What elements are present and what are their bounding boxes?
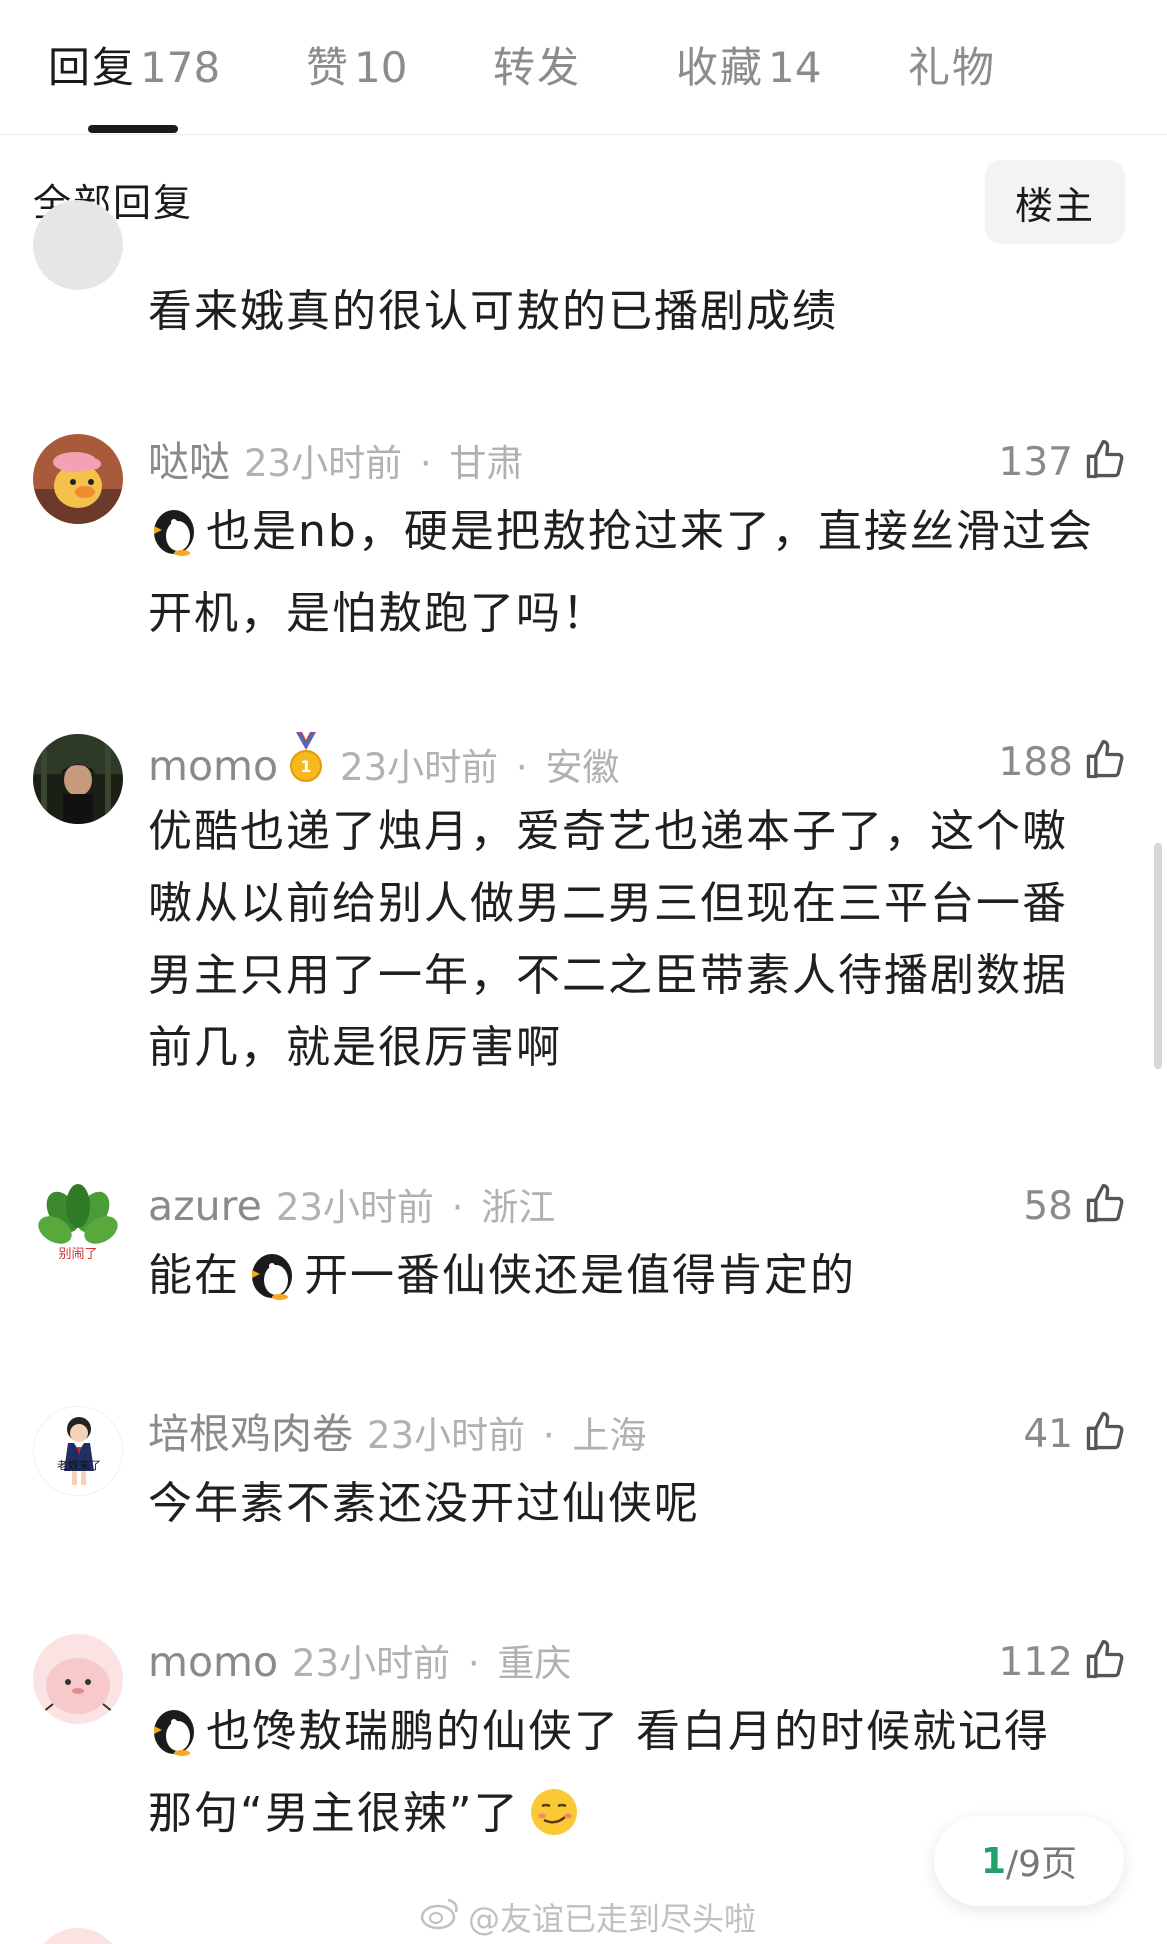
gray-avatar[interactable] bbox=[33, 200, 123, 290]
username[interactable]: momo bbox=[148, 1638, 278, 1686]
comment-meta: momo 23小时前 · 重庆 bbox=[148, 1632, 571, 1692]
comment-text-content: 也是nb，硬是把敖抢过来了，直接丝滑过会开机，是怕敖跑了吗！ bbox=[148, 506, 1094, 639]
comment-text-after: 开一番仙侠还是值得肯定的 bbox=[304, 1250, 856, 1301]
username[interactable]: momo bbox=[148, 742, 278, 790]
penguin-icon bbox=[246, 1248, 298, 1322]
like-button[interactable]: 112 bbox=[999, 1632, 1127, 1692]
thumbs-up-icon bbox=[1083, 1410, 1127, 1458]
comment-item: 哒哒 23小时前 · 甘肃 137 也是nb，硬是把敖抢过来了，直接丝滑过会开机，… bbox=[0, 432, 1167, 652]
smirk-face-icon bbox=[528, 1786, 580, 1860]
comment-item: 看来娥真的很认可敖的已播剧成绩 bbox=[0, 200, 1167, 360]
location: 安徽 bbox=[545, 746, 620, 789]
thumbs-up-icon bbox=[1083, 1182, 1127, 1230]
timestamp: 23小时前 bbox=[292, 1642, 451, 1685]
separator-dot: · bbox=[456, 1642, 492, 1685]
active-tab-indicator bbox=[88, 125, 178, 133]
separator-dot: · bbox=[439, 1186, 476, 1229]
like-count: 112 bbox=[998, 1639, 1073, 1685]
thumbs-up-icon bbox=[1083, 738, 1127, 786]
comment-meta: azure 23小时前 · 浙江 bbox=[148, 1176, 555, 1236]
comment-text: 能在 开一番仙侠还是值得肯定的 bbox=[148, 1240, 1108, 1322]
scrollbar[interactable] bbox=[1154, 843, 1162, 1069]
weibo-logo-icon bbox=[420, 1896, 460, 1938]
svg-text:1: 1 bbox=[300, 757, 311, 776]
username[interactable]: azure bbox=[148, 1182, 262, 1230]
op-only-button[interactable]: 楼主 bbox=[985, 160, 1125, 244]
like-button[interactable]: 137 bbox=[999, 432, 1127, 492]
comment-item: 老奴来了 培根鸡肉卷 23小时前 · 上海 41 今年素不素还没开过仙侠呢 bbox=[0, 1404, 1167, 1554]
like-button[interactable]: 41 bbox=[1023, 1404, 1127, 1464]
comments-page: 回复178 赞10 转发 收藏14 礼物 全部回复 楼主 看来娥真的很认可敖的已… bbox=[0, 0, 1167, 1944]
location: 浙江 bbox=[481, 1186, 556, 1229]
timestamp: 23小时前 bbox=[275, 1186, 434, 1229]
comment-text: 今年素不素还没开过仙侠呢 bbox=[148, 1478, 700, 1529]
comment-meta: momo 1 23小时前 · 安徽 bbox=[148, 731, 620, 792]
cartoon-girl-avatar[interactable]: 老奴来了 bbox=[33, 1406, 123, 1496]
tab-favorites[interactable]: 收藏14 bbox=[676, 40, 821, 96]
gold-medal-icon: 1 bbox=[286, 731, 326, 790]
comment-item: momo 1 23小时前 · 安徽 188 优酷也递了烛月，爱奇艺也递本子了，这个嗷… bbox=[0, 731, 1167, 1092]
separator-dot: · bbox=[504, 746, 540, 789]
tab-gifts[interactable]: 礼物 bbox=[908, 40, 996, 96]
tab-likes[interactable]: 赞10 bbox=[306, 40, 407, 96]
timestamp: 23小时前 bbox=[244, 442, 403, 485]
like-button[interactable]: 188 bbox=[999, 732, 1127, 792]
tab-count: 10 bbox=[354, 43, 408, 92]
comment-meta: 哒哒 23小时前 · 甘肃 bbox=[148, 432, 523, 492]
username[interactable]: 哒哒 bbox=[148, 438, 230, 486]
watermark: @友谊已走到尽头啦 bbox=[420, 1895, 756, 1939]
comment-meta: 培根鸡肉卷 23小时前 · 上海 bbox=[148, 1404, 646, 1464]
like-count: 41 bbox=[1023, 1411, 1073, 1457]
plant-avatar[interactable]: 别闹了 bbox=[33, 1178, 123, 1268]
username[interactable]: 培根鸡肉卷 bbox=[148, 1410, 353, 1458]
avatar-caption: 别闹了 bbox=[58, 1247, 97, 1262]
penguin-icon bbox=[148, 504, 200, 578]
like-button[interactable]: 58 bbox=[1023, 1176, 1127, 1236]
tab-label: 赞 bbox=[306, 43, 351, 92]
tab-label: 回复 bbox=[48, 43, 137, 92]
tab-bar: 回复178 赞10 转发 收藏14 礼物 bbox=[0, 0, 1167, 135]
page-current: 1 bbox=[980, 1840, 1006, 1882]
separator-dot: · bbox=[531, 1414, 567, 1457]
comment-text: 优酷也递了烛月，爱奇艺也递本子了，这个嗷嗷从以前给别人做男二男三但现在三平台一番… bbox=[148, 806, 1068, 1073]
location: 重庆 bbox=[497, 1642, 572, 1685]
timestamp: 23小时前 bbox=[367, 1414, 526, 1457]
location: 甘肃 bbox=[449, 442, 524, 485]
tab-count: 178 bbox=[140, 43, 221, 92]
tab-count: 14 bbox=[768, 43, 822, 92]
next-avatar-partial bbox=[33, 1928, 123, 1944]
timestamp: 23小时前 bbox=[340, 746, 499, 789]
tab-label: 礼物 bbox=[908, 43, 997, 92]
duck-avatar[interactable] bbox=[33, 434, 123, 524]
tab-reposts[interactable]: 转发 bbox=[493, 40, 581, 96]
thumbs-up-icon bbox=[1083, 1638, 1127, 1686]
comment-text: 也是nb，硬是把敖抢过来了，直接丝滑过会开机，是怕敖跑了吗！ bbox=[148, 496, 1108, 650]
tab-replies[interactable]: 回复178 bbox=[48, 40, 220, 96]
page-total: /9页 bbox=[1006, 1844, 1078, 1885]
comment-item: 别闹了 azure 23小时前 · 浙江 58 能在 开一番仙侠还是值得肯定的 bbox=[0, 1176, 1167, 1326]
like-count: 58 bbox=[1023, 1183, 1073, 1229]
like-count: 188 bbox=[998, 739, 1073, 785]
comment-text-before: 能在 bbox=[148, 1250, 240, 1301]
page-indicator[interactable]: 1/9页 bbox=[934, 1816, 1124, 1906]
comment-text-content: 也馋敖瑞鹏的仙侠了 看白月的时候就记得那句“男主很辣”了 bbox=[148, 1706, 1050, 1839]
pink-blob-avatar[interactable] bbox=[33, 1634, 123, 1724]
thumbs-up-icon bbox=[1083, 438, 1127, 486]
watermark-text: @友谊已走到尽头啦 bbox=[468, 1900, 757, 1938]
tab-label: 收藏 bbox=[676, 43, 765, 92]
tab-label: 转发 bbox=[493, 43, 582, 92]
location: 上海 bbox=[572, 1414, 647, 1457]
penguin-icon bbox=[148, 1704, 200, 1778]
comment-text: 看来娥真的很认可敖的已播剧成绩 bbox=[148, 286, 838, 337]
separator-dot: · bbox=[408, 442, 444, 485]
dark-portrait-avatar[interactable] bbox=[33, 734, 123, 824]
avatar-caption: 老奴来了 bbox=[57, 1458, 101, 1472]
like-count: 137 bbox=[998, 439, 1073, 485]
